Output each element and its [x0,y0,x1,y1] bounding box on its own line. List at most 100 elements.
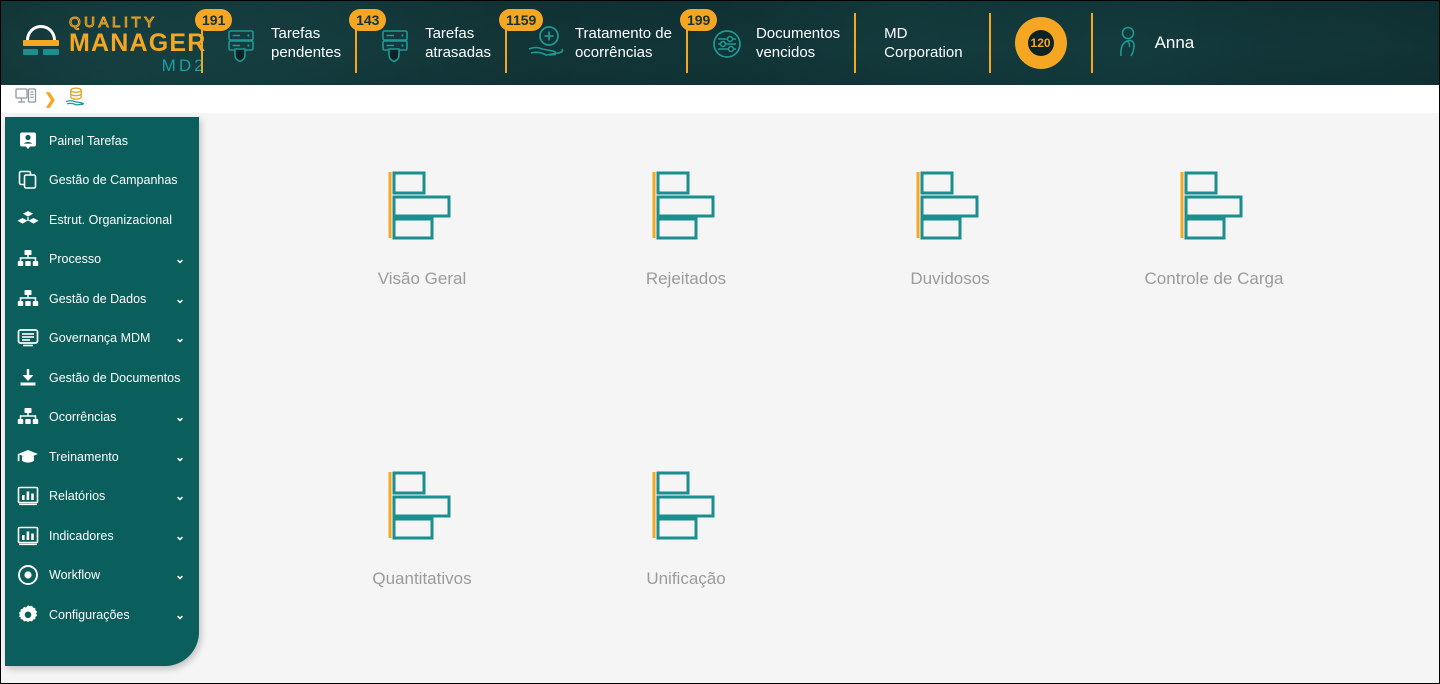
sidebar-item-workflow[interactable]: Workflow ⌄ [5,556,199,596]
sidebar-item-label: Governança MDM [49,331,151,346]
sidebar-navigation: Painel Tarefas Gestão de Campanhas Estru… [5,117,199,666]
donut-counter-value: 120 [1030,36,1051,50]
logo-line-manager: MANAGER [69,28,207,57]
chevron-down-icon[interactable]: ⌄ [175,293,185,305]
tile-label: Controle de Carga [1144,269,1284,288]
application-window: QUALITY MANAGER MD2 191 Tarefas pendente… [0,0,1440,684]
horizontal-bar-chart-icon [387,169,457,241]
tile-label: Quantitativos [372,569,472,588]
stat-documentos-vencidos[interactable]: 199 Documentos vencidos [679,9,854,73]
chevron-down-icon[interactable]: ⌄ [175,451,185,463]
tile-label: Rejeitados [645,269,727,288]
gear-icon [15,604,41,626]
hand-data-stack-icon[interactable] [64,86,88,112]
target-dot-icon [15,564,41,586]
stat-tarefas-atrasadas[interactable]: 143 Tarefas atrasadas [349,9,505,73]
sidebar-item-label: Gestão de Campanhas [49,173,178,188]
tile-label: Visão Geral [377,269,467,288]
stat-tratamento-ocorrencias[interactable]: 1159 Tratamento de ocorrências [498,9,686,73]
tile-duvidosos[interactable]: Duvidosos [818,143,1082,333]
top-header-bar: QUALITY MANAGER MD2 191 Tarefas pendente… [1,1,1439,85]
chevron-down-icon[interactable]: ⌄ [175,490,185,502]
stat-badge-count: 199 [679,9,718,31]
horizontal-bar-chart-icon [1179,169,1249,241]
sidebar-item-label: Painel Tarefas [49,133,128,148]
chevron-down-icon[interactable]: ⌄ [175,253,185,265]
sidebar-item-ocorrencias[interactable]: Ocorrências ⌄ [5,398,199,438]
list-window-icon [15,328,41,348]
organization-name: MD Corporation [884,25,963,61]
stat-badge-count: 1159 [498,9,544,31]
bar-chart-icon [15,486,41,506]
sidebar-item-relatorios[interactable]: Relatórios ⌄ [5,477,199,517]
desktop-monitor-icon[interactable] [15,87,37,112]
user-card-icon [15,131,41,151]
sidebar-item-gestao-de-dados[interactable]: Gestão de Dados ⌄ [5,279,199,319]
stat-badge-count: 143 [349,9,387,31]
sidebar-item-label: Ocorrências [49,410,117,425]
stat-label: Tarefas atrasadas [425,25,491,61]
hierarchy-icon [15,289,41,309]
logo-line-md2: MD2 [161,55,207,75]
user-name: Anna [1154,33,1195,52]
chevron-right-icon: ❯ [44,90,57,108]
chevron-down-icon[interactable]: ⌄ [175,609,185,621]
logo-line-quality: QUALITY [69,13,158,31]
main-content: Visão Geral Rejeitados Duvidosos Control… [200,113,1439,683]
stat-label: Tratamento de ocorrências [574,25,672,61]
horizontal-bar-chart-icon [651,169,721,241]
user-avatar-icon [1115,24,1145,63]
sidebar-item-label: Indicadores [49,528,114,543]
tile-visao-geral[interactable]: Visão Geral [290,143,554,333]
hierarchy-icon [15,249,41,269]
counter-indicator[interactable]: 120 [988,13,1091,73]
stat-label: Documentos vencidos [755,25,841,61]
donut-counter-icon: 120 [1014,17,1067,69]
header-stats-group: 191 Tarefas pendentes 143 Tarefas atrasa… [195,9,1439,73]
horizontal-bar-chart-icon [387,469,457,541]
sidebar-item-label: Configurações [49,607,130,622]
chevron-down-icon[interactable]: ⌄ [175,411,185,423]
sidebar-item-configuracoes[interactable]: Configurações ⌄ [5,595,199,635]
sidebar-item-estrut-organizacional[interactable]: Estrut. Organizacional [5,200,199,240]
user-menu[interactable]: Anna [1090,13,1213,73]
stat-label: Tarefas pendentes [271,25,342,61]
sidebar-item-indicadores[interactable]: Indicadores ⌄ [5,516,199,556]
stat-tarefas-pendentes[interactable]: 191 Tarefas pendentes [195,9,355,73]
tile-controle-de-carga[interactable]: Controle de Carga [1082,143,1346,333]
app-logo[interactable]: QUALITY MANAGER MD2 [1,1,205,85]
tile-label: Unificação [646,569,726,588]
tile-rejeitados[interactable]: Rejeitados [554,143,818,333]
tile-unificacao[interactable]: Unificação [554,443,818,633]
tile-quantitativos[interactable]: Quantitativos [290,443,554,633]
sidebar-item-painel-tarefas[interactable]: Painel Tarefas [5,121,199,161]
organization-selector[interactable]: MD Corporation [854,13,988,73]
chevron-down-icon[interactable]: ⌄ [175,530,185,542]
stat-badge-count: 191 [195,9,233,31]
breadcrumb: ❯ [1,85,1439,113]
quality-manager-logo-icon [19,23,63,63]
download-icon [15,368,41,388]
bar-chart-icon [15,526,41,546]
horizontal-bar-chart-icon [651,469,721,541]
tile-grid: Visão Geral Rejeitados Duvidosos Control… [200,113,1439,633]
sidebar-item-processo[interactable]: Processo ⌄ [5,240,199,280]
sidebar-item-gestao-de-campanhas[interactable]: Gestão de Campanhas [5,161,199,201]
hierarchy-icon [15,407,41,427]
sidebar-item-label: Processo [49,252,102,267]
sidebar-item-label: Gestão de Dados [49,291,147,306]
sidebar-item-label: Gestão de Documentos [49,370,181,385]
sidebar-item-label: Relatórios [49,489,106,504]
chevron-down-icon[interactable]: ⌄ [175,569,185,581]
sidebar-item-label: Estrut. Organizacional [49,212,172,227]
cubes-icon [15,210,41,230]
chevron-down-icon[interactable]: ⌄ [175,332,185,344]
copy-layers-icon [15,170,41,190]
sidebar-item-gestao-de-documentos[interactable]: Gestão de Documentos [5,358,199,398]
sidebar-item-governanca-mdm[interactable]: Governança MDM ⌄ [5,319,199,359]
sidebar-item-treinamento[interactable]: Treinamento ⌄ [5,437,199,477]
horizontal-bar-chart-icon [915,169,985,241]
graduation-cap-icon [15,447,41,467]
sidebar-item-label: Workflow [49,568,101,583]
sidebar-item-label: Treinamento [49,449,119,464]
